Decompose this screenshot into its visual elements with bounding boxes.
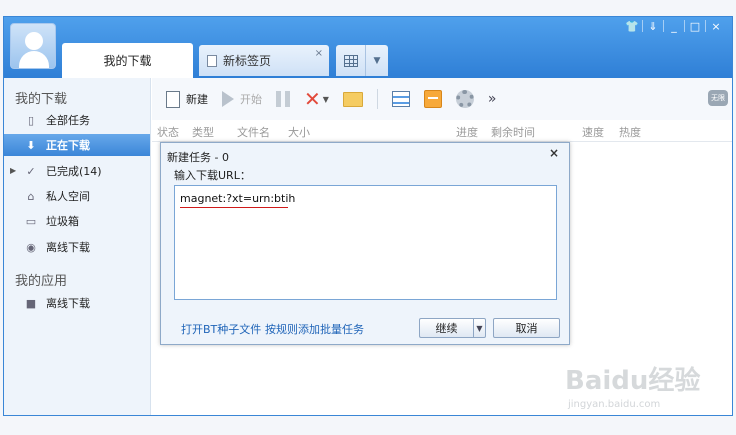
sidebar-item-trash[interactable]: ▭ 垃圾箱 [4,210,150,232]
tab-new-tab[interactable]: 新标签页 × [199,45,329,76]
grid-view-button[interactable] [336,45,366,76]
minimize-button[interactable]: _ [664,20,684,33]
tab-my-downloads[interactable]: 我的下载 [62,43,193,78]
more-button[interactable]: » [488,91,497,107]
sidebar-item-completed[interactable]: ✓ 已完成(14) [4,160,150,182]
red-underline-annotation [180,207,288,208]
more-chevrons-icon: » [487,91,497,107]
document-icon: ▯ [27,113,35,127]
maximize-button[interactable]: □ [685,20,705,33]
delete-x-icon: ✕ [304,87,321,111]
continue-button[interactable]: 继续 [419,318,473,338]
title-bar: 我的下载 新标签页 × ▼ 👕 ⇓ _ □ × [4,17,732,78]
column-progress[interactable]: 进度 [456,124,478,140]
column-speed[interactable]: 速度 [582,124,604,140]
chevron-down-icon[interactable]: ▼ [323,95,329,104]
menu-icon[interactable]: ⇓ [643,20,663,33]
speed-limit-chip[interactable]: 无限 [708,90,728,106]
sidebar-item-label: 垃圾箱 [46,215,79,228]
column-filename[interactable]: 文件名 [237,124,270,140]
column-popularity[interactable]: 热度 [619,124,641,140]
user-avatar[interactable] [10,23,56,69]
pause-button[interactable] [276,91,290,107]
grid-icon [343,54,358,67]
toolbar: 新建 开始 ✕ ▼ » 无限 [152,78,732,120]
new-task-dialog: 新建任务 - 0 × 输入下载URL： magnet:?xt=urn:btih … [160,142,570,345]
sidebar-section-downloads: 我的下载 [15,92,68,107]
offline-app-icon: ■ [25,296,37,310]
sidebar-item-label: 离线下载 [46,297,90,310]
list-icon [391,91,410,107]
column-size[interactable]: 大小 [288,124,310,140]
cancel-button[interactable]: 取消 [493,318,560,338]
close-button[interactable]: × [706,20,726,33]
baidu-watermark-url: jingyan.baidu.com [568,399,661,410]
column-header: 状态 类型 文件名 大小 进度 剩余时间 速度 热度 [152,120,732,142]
tab-new-tab-label: 新标签页 [223,54,272,68]
avatar-body [19,51,49,68]
url-input-value: magnet:?xt=urn:btih [180,192,296,205]
sidebar-item-label: 已完成(14) [46,165,102,178]
start-button[interactable]: 开始 [222,91,262,107]
tab-close-icon[interactable]: × [315,48,323,59]
batch-add-link[interactable]: 按规则添加批量任务 [265,321,364,337]
sidebar-item-label: 正在下载 [46,139,90,152]
sidebar-item-label: 私人空间 [46,190,90,203]
download-box-button[interactable] [423,90,442,108]
column-remaining-time[interactable]: 剩余时间 [491,124,535,140]
dialog-close-icon[interactable]: × [549,146,559,160]
url-input[interactable]: magnet:?xt=urn:btih [174,185,557,300]
delete-button[interactable]: ✕ ▼ [304,87,329,111]
play-icon [222,91,234,107]
trash-icon: ▭ [25,214,37,228]
lock-icon: ⌂ [27,189,35,203]
dialog-title: 新建任务 - 0 [167,151,229,164]
skin-icon[interactable]: 👕 [622,20,642,33]
open-folder-button[interactable] [342,91,363,107]
tab-my-downloads-label: 我的下载 [103,54,152,68]
sidebar-item-offline-app[interactable]: ■ 离线下载 [4,292,150,314]
sidebar-item-label: 离线下载 [46,241,90,254]
start-label: 开始 [240,93,262,106]
new-task-label: 新建 [186,93,208,106]
continue-dropdown-icon[interactable]: ▼ [473,318,486,338]
avatar-head [25,32,43,50]
cloud-download-icon: ◉ [26,240,36,254]
task-list-button[interactable] [391,91,410,107]
settings-button[interactable] [455,90,474,108]
chevron-down-icon[interactable]: ▼ [366,56,388,66]
baidu-watermark: Baidu经验 [565,366,701,396]
column-status[interactable]: 状态 [157,124,179,140]
sidebar-item-all-tasks[interactable]: ▯ 全部任务 [4,109,150,131]
download-arrow-icon: ⬇ [26,138,36,152]
divider [376,89,378,109]
url-label: 输入下载URL： [174,169,251,182]
open-bt-file-link[interactable]: 打开BT种子文件 [181,321,261,337]
sidebar: 我的下载 ▯ 全部任务 ⬇ 正在下载 ▶ ✓ 已完成(14) ⌂ 私人空间 ▭ … [4,78,151,415]
sidebar-item-private-space[interactable]: ⌂ 私人空间 [4,185,150,207]
tab-grid-menu[interactable]: ▼ [336,45,388,76]
gear-icon [455,90,474,108]
new-document-icon [166,90,180,108]
sidebar-section-apps: 我的应用 [15,274,68,289]
sidebar-item-downloading[interactable]: ⬇ 正在下载 [4,134,150,156]
download-box-icon [423,90,442,108]
new-task-button[interactable]: 新建 [166,90,208,108]
sidebar-item-offline-download[interactable]: ◉ 离线下载 [4,236,150,258]
column-type[interactable]: 类型 [192,124,214,140]
window-controls: 👕 ⇓ _ □ × [622,17,726,35]
sidebar-item-label: 全部任务 [46,114,90,127]
page-icon [207,54,217,67]
pause-icon [276,91,290,107]
check-icon: ✓ [26,164,36,178]
folder-icon [342,91,363,107]
